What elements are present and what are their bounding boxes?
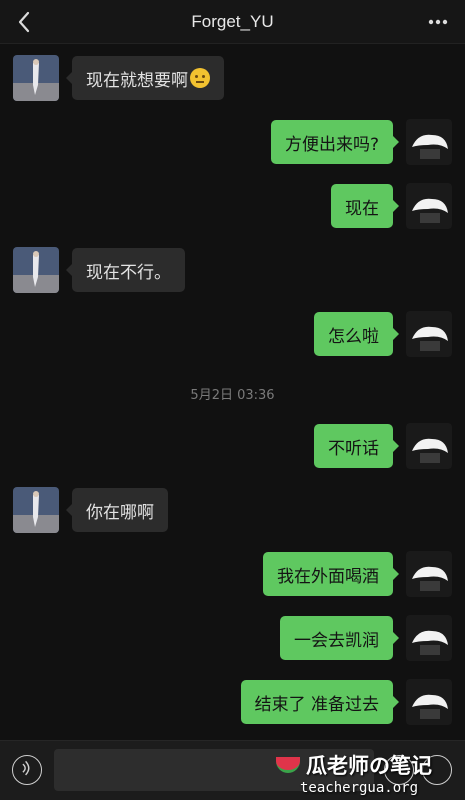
message-text: 现在不行。 [86,262,171,283]
my-avatar[interactable] [406,183,452,229]
outgoing-message-bubble[interactable]: 怎么啦 [314,312,399,356]
incoming-message-bubble[interactable]: 现在不行。 [66,248,185,292]
outgoing-message-bubble[interactable]: 现在 [331,184,399,228]
outgoing-message-bubble[interactable]: 不听话 [314,424,399,468]
message-text: 现在就想要啊 [86,70,188,91]
message-text: 现在 [345,198,379,219]
back-chevron-icon[interactable] [14,10,36,34]
incoming-message-bubble[interactable]: 你在哪啊 [66,488,168,532]
message-text: 结束了 准备过去 [254,694,379,715]
message-row: 一会去凯润 [0,615,465,661]
my-avatar[interactable] [406,311,452,357]
message-text: 方便出来吗? [284,134,379,155]
my-avatar[interactable] [406,679,452,725]
message-row: 现在 [0,183,465,229]
message-text: 怎么啦 [328,326,379,347]
incoming-message-bubble[interactable]: 现在就想要啊 [66,56,224,100]
message-row: 结束了 准备过去 [0,679,465,725]
message-row: 怎么啦 [0,311,465,357]
my-avatar[interactable] [406,551,452,597]
my-avatar[interactable] [406,423,452,469]
outgoing-message-bubble[interactable]: 结束了 准备过去 [240,680,400,724]
message-list[interactable]: 现在就想要啊 方便出来吗? 现在 现在不行。 怎么啦 5月2日 03:36 不听… [0,44,465,740]
message-text: 一会去凯润 [294,630,379,651]
more-options-icon[interactable] [425,12,451,32]
outgoing-message-bubble[interactable]: 一会去凯润 [280,616,399,660]
contact-avatar[interactable] [13,487,59,533]
contact-avatar[interactable] [13,247,59,293]
my-avatar[interactable] [406,119,452,165]
message-row: 现在就想要啊 [0,55,465,101]
my-avatar[interactable] [406,615,452,661]
outgoing-message-bubble[interactable]: 我在外面喝酒 [263,552,399,596]
message-row: 现在不行。 [0,247,465,293]
message-row: 不听话 [0,423,465,469]
message-row: 你在哪啊 [0,487,465,533]
message-text: 不听话 [328,438,379,459]
outgoing-message-bubble[interactable]: 方便出来吗? [270,120,400,164]
message-row: 方便出来吗? [0,119,465,165]
watermelon-icon [276,757,300,773]
watermark: 瓜老师の笔记 teachergua.org [276,750,465,800]
message-text: 你在哪啊 [86,502,154,523]
voice-input-icon[interactable] [12,755,42,785]
thinking-face-emoji-icon [190,68,210,88]
message-timestamp: 5月2日 03:36 [190,388,275,403]
watermark-url: teachergua.org [300,780,419,796]
contact-avatar[interactable] [13,55,59,101]
message-row: 我在外面喝酒 [0,551,465,597]
message-text: 我在外面喝酒 [277,566,379,587]
chat-header: Forget_YU [0,0,465,44]
chat-title: Forget_YU [191,11,274,31]
watermark-title: 瓜老师の笔记 [306,754,432,778]
